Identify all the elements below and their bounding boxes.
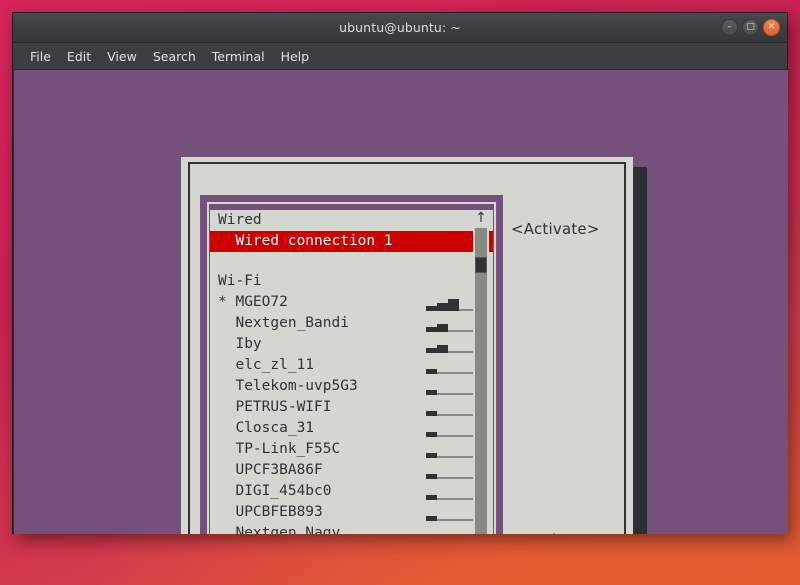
menu-item-file[interactable]: File (22, 47, 59, 66)
maximize-button[interactable]: □ (742, 19, 759, 36)
signal-strength-icon (426, 381, 473, 393)
list-section-header: Wi-Fi (210, 271, 493, 292)
scrollbar-track[interactable] (475, 228, 487, 534)
list-item-label: elc_zl_11 (218, 357, 314, 373)
signal-strength-icon (426, 339, 473, 351)
activate-button[interactable]: <Activate> (511, 220, 600, 238)
list-section-header: Wired (210, 210, 493, 231)
signal-strength-icon (426, 297, 473, 309)
list-item[interactable]: elc_zl_11 (210, 355, 493, 376)
signal-strength-icon (426, 486, 473, 498)
list-item[interactable]: * MGEO72 (210, 292, 493, 313)
signal-strength-icon (426, 402, 473, 414)
minimize-button[interactable]: – (721, 19, 738, 36)
list-item[interactable]: Nextgen_Bandi (210, 313, 493, 334)
scrollbar-thumb[interactable] (475, 257, 487, 273)
list-item-label: Nextgen_Nagy (218, 525, 340, 534)
window-titlebar[interactable]: ubuntu@ubuntu: ~ – □ ✕ (13, 13, 787, 43)
terminal-content[interactable]: Wired Wired connection 1 Wi-Fi * MGEO72 Ne… (14, 70, 788, 534)
signal-strength-icon (426, 465, 473, 477)
menu-item-terminal[interactable]: Terminal (204, 47, 273, 66)
signal-strength-icon (426, 528, 473, 534)
list-item[interactable]: Telekom-uvp5G3 (210, 376, 493, 397)
signal-strength-icon (426, 444, 473, 456)
list-item-label: UPCF3BA86F (218, 462, 323, 478)
signal-strength-icon (426, 423, 473, 435)
close-button[interactable]: ✕ (763, 19, 780, 36)
list-item-label: Closca_31 (218, 420, 314, 436)
scroll-up-arrow-icon[interactable]: ↑ (473, 210, 489, 226)
close-icon: ✕ (764, 20, 779, 35)
list-item-label: Nextgen_Bandi (218, 315, 349, 331)
signal-strength-icon (426, 360, 473, 372)
connection-list[interactable]: Wired Wired connection 1 Wi-Fi * MGEO72 Ne… (210, 210, 493, 534)
list-item-label: * MGEO72 (218, 294, 288, 310)
list-item[interactable]: TP-Link_F55C (210, 439, 493, 460)
menu-item-edit[interactable]: Edit (59, 47, 99, 66)
window-controls: – □ ✕ (721, 19, 780, 36)
back-button[interactable]: <Back> (511, 531, 574, 534)
list-item-label: PETRUS-WIFI (218, 399, 332, 415)
list-item-label: Iby (218, 336, 262, 352)
terminal-window: ubuntu@ubuntu: ~ – □ ✕ File Edit View Se… (12, 12, 788, 534)
minimize-icon: – (722, 20, 737, 35)
list-item[interactable]: Iby (210, 334, 493, 355)
list-scrollbar[interactable]: ↑ ↓ (473, 210, 489, 534)
menu-item-help[interactable]: Help (273, 47, 318, 66)
list-section-spacer (210, 252, 493, 271)
list-item-label: UPCBFEB893 (218, 504, 323, 520)
list-item[interactable]: DIGI_454bc0 (210, 481, 493, 502)
list-item-label: TP-Link_F55C (218, 441, 340, 457)
maximize-icon: □ (743, 20, 758, 35)
list-item[interactable]: UPCBFEB893 (210, 502, 493, 523)
list-item[interactable]: Closca_31 (210, 418, 493, 439)
list-item[interactable]: Wired connection 1 (210, 231, 493, 252)
signal-strength-icon (426, 318, 473, 330)
signal-strength-icon (426, 507, 473, 519)
menu-item-view[interactable]: View (99, 47, 145, 66)
list-item-label: Wired connection 1 (218, 233, 393, 249)
list-item[interactable]: UPCF3BA86F (210, 460, 493, 481)
window-title: ubuntu@ubuntu: ~ (13, 13, 787, 43)
list-item[interactable]: Nextgen_Nagy (210, 523, 493, 534)
list-item[interactable]: PETRUS-WIFI (210, 397, 493, 418)
list-item-label: Telekom-uvp5G3 (218, 378, 358, 394)
menu-item-search[interactable]: Search (145, 47, 204, 66)
list-item-label: DIGI_454bc0 (218, 483, 332, 499)
menu-bar: File Edit View Search Terminal Help (13, 43, 787, 70)
